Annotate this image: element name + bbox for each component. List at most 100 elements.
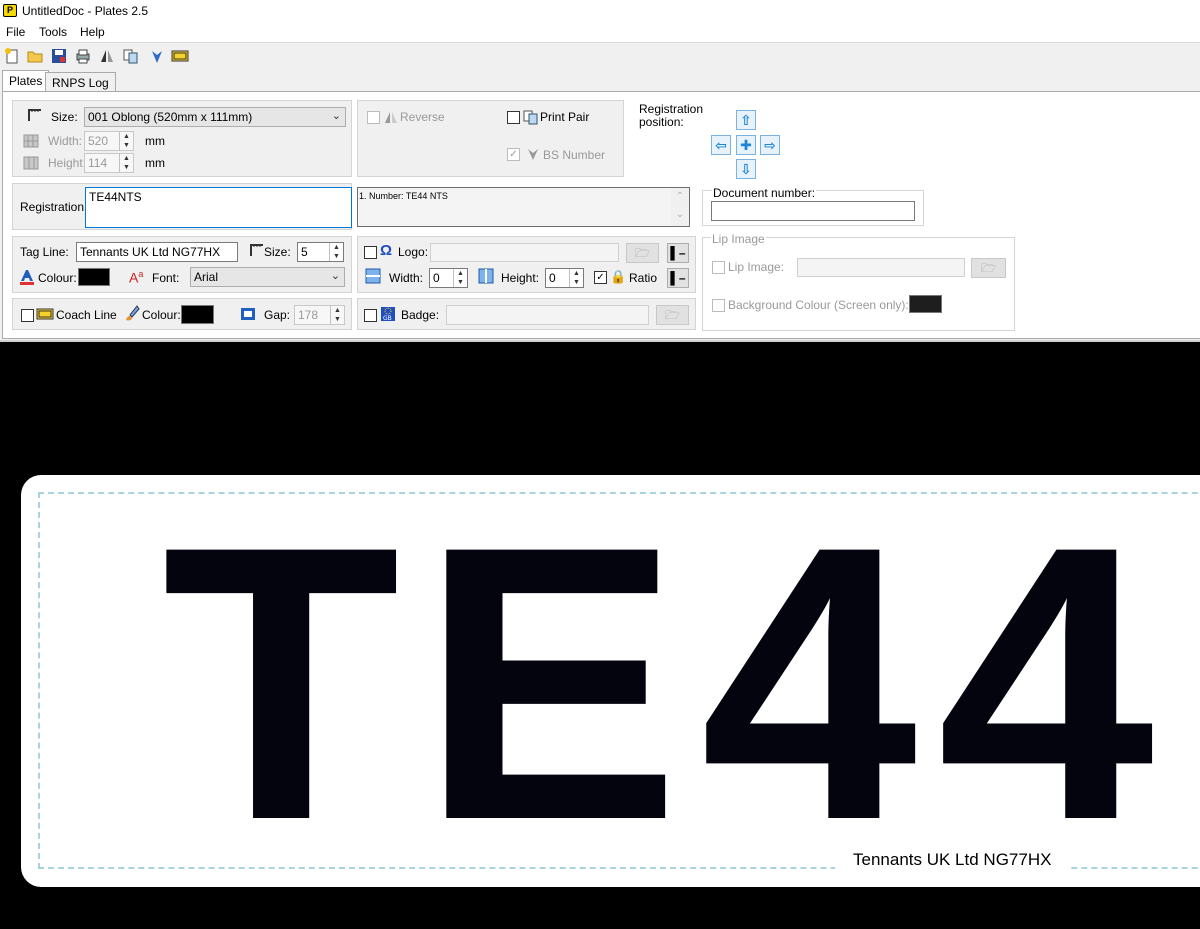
paint-brush-icon bbox=[124, 305, 140, 324]
logo-width-value: 0 bbox=[433, 271, 440, 285]
logo-browse-button[interactable]: 🗁 bbox=[626, 243, 659, 263]
menu-help[interactable]: Help bbox=[80, 25, 105, 39]
spinner-arrows-icon[interactable]: ▲ ▼ bbox=[569, 269, 583, 287]
copy-icon[interactable] bbox=[123, 48, 139, 64]
tag-colour-label: Colour: bbox=[38, 271, 77, 285]
lock-icon: 🔒 bbox=[610, 269, 627, 284]
summary-scrollbar[interactable]: ⌃ ⌄ bbox=[671, 188, 689, 226]
logo-label: Logo: bbox=[398, 245, 429, 259]
plate-tag-line: Tennants UK Ltd NG77HX bbox=[835, 850, 1070, 870]
move-left-button[interactable]: ⇦ bbox=[711, 135, 731, 155]
lip-image-input[interactable] bbox=[797, 258, 965, 277]
logo-align-button-2[interactable]: ▌– bbox=[667, 268, 689, 288]
document-number-input[interactable] bbox=[711, 201, 915, 221]
plate-preview: TE44 NTS Tennants UK Ltd NG77HX bbox=[0, 340, 1200, 929]
height-spinner[interactable]: 114 ▲ ▼ bbox=[84, 153, 134, 173]
ruler-icon bbox=[27, 107, 43, 126]
ratio-checkbox[interactable]: ✓ bbox=[594, 271, 607, 284]
options-group: Reverse Print Pair ✓ BS Number bbox=[357, 100, 624, 177]
logo-width-spinner[interactable]: 0 ▲ ▼ bbox=[429, 268, 468, 288]
bs-number-icon[interactable] bbox=[149, 48, 165, 64]
width-icon bbox=[23, 134, 39, 151]
reverse-checkbox[interactable] bbox=[367, 111, 380, 124]
logo-width-label: Width: bbox=[389, 271, 424, 285]
registration-label: Registration: bbox=[20, 200, 88, 214]
spinner-arrows-icon[interactable]: ▲ ▼ bbox=[330, 306, 344, 324]
logo-align-button[interactable]: ▌– bbox=[667, 243, 689, 263]
spinner-arrows-icon[interactable]: ▲ ▼ bbox=[119, 132, 133, 150]
registration-position-label: Registration position: bbox=[639, 102, 704, 129]
spinner-arrows-icon[interactable]: ▲ ▼ bbox=[453, 269, 467, 287]
coach-colour-swatch[interactable] bbox=[181, 305, 214, 324]
registration-input[interactable]: TE44NTS bbox=[85, 187, 352, 228]
badge-checkbox[interactable] bbox=[364, 309, 377, 322]
tag-line-group: Tag Line: Tennants UK Ltd NG77HX Size: 5… bbox=[12, 236, 352, 293]
height-label: Height: bbox=[48, 156, 87, 170]
logo-height-spinner[interactable]: 0 ▲ ▼ bbox=[545, 268, 584, 288]
align-left-icon: ▌– bbox=[670, 246, 686, 260]
reverse-label: Reverse bbox=[400, 110, 445, 124]
badge-group: GB Badge: 🗁 bbox=[357, 298, 696, 330]
spinner-arrows-icon[interactable]: ▲ ▼ bbox=[119, 154, 133, 172]
logo-height-value: 0 bbox=[549, 271, 556, 285]
tag-line-input[interactable]: Tennants UK Ltd NG77HX bbox=[76, 242, 238, 262]
registration-summary: 1. Number: TE44 NTS ⌃ ⌄ bbox=[357, 187, 690, 227]
spinner-arrows-icon[interactable]: ▲ ▼ bbox=[329, 243, 343, 261]
badge-input[interactable] bbox=[446, 305, 649, 325]
align-left-icon: ▌– bbox=[670, 271, 686, 285]
bs-number-label: BS Number bbox=[543, 148, 606, 162]
print-pair-checkbox[interactable] bbox=[507, 111, 520, 124]
lip-image-browse-button[interactable]: 🗁 bbox=[971, 258, 1006, 278]
open-folder-icon[interactable] bbox=[27, 48, 43, 64]
reverse-icon[interactable] bbox=[99, 48, 115, 64]
gap-spinner[interactable]: 178 ▲ ▼ bbox=[294, 305, 345, 325]
font-select[interactable]: Arial ⌄ bbox=[190, 267, 345, 287]
font-label: Font: bbox=[152, 271, 180, 285]
tag-colour-swatch[interactable] bbox=[78, 268, 110, 286]
svg-text:GB: GB bbox=[383, 315, 392, 322]
background-colour-label: Background Colour (Screen only): bbox=[728, 298, 909, 312]
print-pair-label: Print Pair bbox=[540, 110, 590, 124]
center-button[interactable]: ✚ bbox=[736, 135, 756, 155]
tag-size-spinner[interactable]: 5 ▲ ▼ bbox=[297, 242, 344, 262]
arrow-left-icon: ⇦ bbox=[715, 137, 727, 153]
print-icon[interactable] bbox=[75, 48, 91, 64]
gap-label: Gap: bbox=[264, 308, 291, 322]
size-select[interactable]: 001 Oblong (520mm x 111mm) ⌄ bbox=[84, 107, 346, 127]
coach-line-checkbox[interactable] bbox=[21, 309, 34, 322]
move-right-button[interactable]: ⇨ bbox=[760, 135, 780, 155]
coach-line-group: Coach Line Colour: Gap: 178 ▲ ▼ bbox=[12, 298, 352, 330]
coach-line-icon[interactable] bbox=[171, 48, 189, 64]
plate: TE44 NTS Tennants UK Ltd NG77HX bbox=[21, 475, 1200, 887]
title-bar: P UntitledDoc - Plates 2.5 bbox=[0, 0, 1200, 22]
tag-size-value: 5 bbox=[301, 245, 308, 259]
menu-file[interactable]: File bbox=[6, 25, 25, 39]
tab-rnps-log[interactable]: RNPS Log bbox=[45, 72, 116, 92]
badge-browse-button[interactable]: 🗁 bbox=[656, 305, 689, 325]
logo-checkbox[interactable] bbox=[364, 246, 377, 259]
tab-strip: Plates RNPS Log bbox=[0, 70, 1200, 92]
size-group: Size: 001 Oblong (520mm x 111mm) ⌄ Width… bbox=[12, 100, 352, 177]
menu-bar: File Tools Help bbox=[0, 22, 1200, 43]
move-up-button[interactable]: ⇧ bbox=[736, 110, 756, 130]
background-colour-checkbox[interactable] bbox=[712, 299, 725, 312]
folder-icon: 🗁 bbox=[635, 246, 650, 260]
size-label: Size: bbox=[51, 110, 78, 124]
new-document-icon[interactable] bbox=[4, 48, 20, 64]
width-spinner[interactable]: 520 ▲ ▼ bbox=[84, 131, 134, 151]
move-down-button[interactable]: ⇩ bbox=[736, 159, 756, 179]
tab-plates[interactable]: Plates bbox=[2, 70, 50, 92]
menu-tools[interactable]: Tools bbox=[39, 25, 67, 39]
arrow-down-icon: ⇩ bbox=[740, 161, 752, 177]
folder-icon: 🗁 bbox=[981, 261, 996, 275]
font-icon: Aa bbox=[129, 269, 144, 286]
lip-image-checkbox[interactable] bbox=[712, 261, 725, 274]
bs-number-checkbox[interactable]: ✓ bbox=[507, 148, 520, 161]
app-icon: P bbox=[3, 4, 17, 17]
save-icon[interactable] bbox=[51, 48, 67, 64]
gb-badge-icon: GB bbox=[380, 306, 396, 325]
logo-input[interactable] bbox=[430, 243, 619, 262]
background-colour-swatch[interactable] bbox=[909, 295, 942, 313]
height-value: 114 bbox=[88, 156, 108, 170]
document-number-group: Document number: bbox=[702, 186, 924, 226]
